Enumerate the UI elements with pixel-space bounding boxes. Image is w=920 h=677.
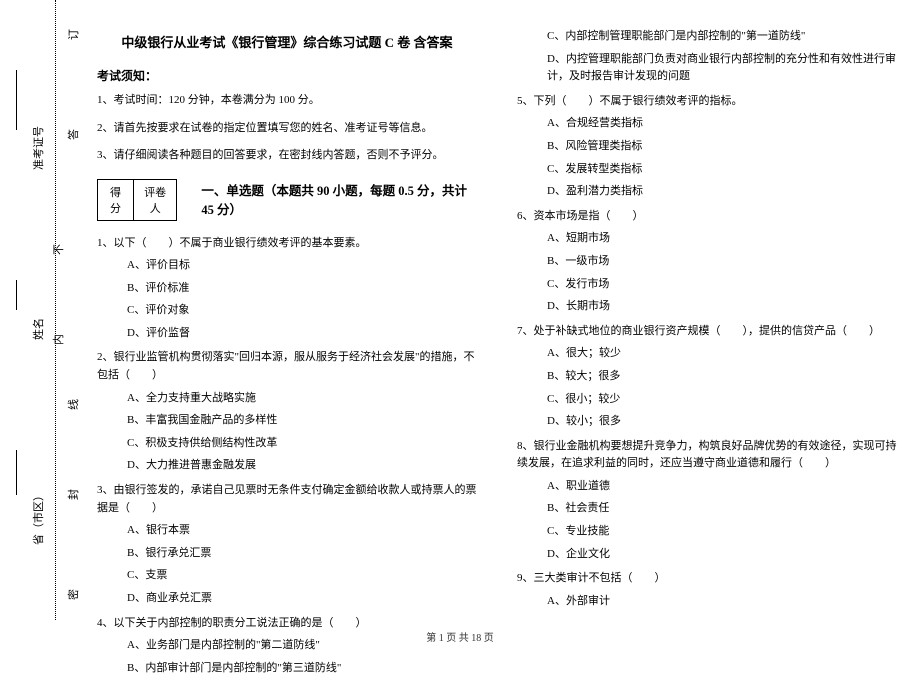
q2-opt-b: B、丰富我国金融产品的多样性: [127, 412, 477, 430]
q5-stem: 5、下列（ ）不属于银行绩效考评的指标。: [517, 93, 897, 111]
question-9: 9、三大类审计不包括（ ） A、外部审计: [517, 570, 897, 610]
score-section-row: 得分 评卷人 一、单选题（本题共 90 小题，每题 0.5 分，共计 45 分）: [97, 175, 477, 223]
q1-opt-b: B、评价标准: [127, 280, 477, 298]
notice-3: 3、请仔细阅读各种题目的回答要求，在密封线内答题，否则不予评分。: [97, 147, 477, 164]
q1-opt-d: D、评价监督: [127, 325, 477, 343]
q8-stem: 8、银行业金融机构要想提升竞争力，构筑良好品牌优势的有效途径，实现可持续发展，在…: [517, 438, 897, 473]
exam-title: 中级银行从业考试《银行管理》综合练习试题 C 卷 含答案: [97, 32, 477, 51]
column-left: 中级银行从业考试《银行管理》综合练习试题 C 卷 含答案 考试须知： 1、考试时…: [85, 28, 495, 613]
section-1-title: 一、单选题（本题共 90 小题，每题 0.5 分，共计 45 分）: [201, 180, 477, 218]
notice-1: 1、考试时间：120 分钟，本卷满分为 100 分。: [97, 92, 477, 109]
q3-opt-c: C、支票: [127, 567, 477, 585]
q5-opt-b: B、风险管理类指标: [547, 138, 897, 156]
q1-stem: 1、以下（ ）不属于商业银行绩效考评的基本要素。: [97, 235, 477, 253]
q3-stem: 3、由银行签发的，承诺自己见票时无条件支付确定金额给收款人或持票人的票据是（ ）: [97, 482, 477, 517]
binding-inner-bu: 不: [50, 244, 66, 255]
q7-opt-a: A、很大；较少: [547, 345, 897, 363]
question-4-cont: C、内部控制管理职能部门是内部控制的"第一道防线" D、内控管理职能部门负责对商…: [517, 28, 897, 86]
side-label-exam-id: 准考证号: [30, 126, 46, 170]
q2-opt-a: A、全力支持重大战略实施: [127, 390, 477, 408]
q3-opt-d: D、商业承兑汇票: [127, 590, 477, 608]
q4-opt-c: C、内部控制管理职能部门是内部控制的"第一道防线": [547, 28, 897, 46]
q9-stem: 9、三大类审计不包括（ ）: [517, 570, 897, 588]
binding-char-xian: 线: [65, 399, 81, 410]
binding-margin: 订 答 线 封 密 不 内 准考证号 姓名 省（市区）: [0, 0, 78, 620]
content-columns: 中级银行从业考试《银行管理》综合练习试题 C 卷 含答案 考试须知： 1、考试时…: [85, 28, 905, 613]
q8-opt-b: B、社会责任: [547, 500, 897, 518]
q1-opt-c: C、评价对象: [127, 302, 477, 320]
binding-char-da: 答: [65, 129, 81, 140]
q8-opt-d: D、企业文化: [547, 546, 897, 564]
q2-opt-c: C、积极支持供给侧结构性改革: [127, 435, 477, 453]
page-footer: 第 1 页 共 18 页: [0, 629, 920, 644]
q1-opt-a: A、评价目标: [127, 257, 477, 275]
q8-opt-c: C、专业技能: [547, 523, 897, 541]
q7-stem: 7、处于补缺式地位的商业银行资产规模（ ），提供的信贷产品（ ）: [517, 323, 897, 341]
q7-opt-d: D、较小；很多: [547, 413, 897, 431]
q5-opt-a: A、合规经营类指标: [547, 115, 897, 133]
binding-char-mi: 密: [65, 589, 81, 600]
score-cell-score: 得分: [98, 180, 134, 220]
side-line-exam-id: [16, 70, 17, 130]
binding-char-feng: 封: [65, 489, 81, 500]
q4-opt-b: B、内部审计部门是内部控制的"第三道防线": [127, 660, 477, 677]
binding-inner-nei: 内: [50, 334, 66, 345]
q3-opt-b: B、银行承兑汇票: [127, 545, 477, 563]
question-7: 7、处于补缺式地位的商业银行资产规模（ ），提供的信贷产品（ ） A、很大；较少…: [517, 323, 897, 431]
side-line-name: [16, 280, 17, 310]
question-1: 1、以下（ ）不属于商业银行绩效考评的基本要素。 A、评价目标 B、评价标准 C…: [97, 235, 477, 343]
question-5: 5、下列（ ）不属于银行绩效考评的指标。 A、合规经营类指标 B、风险管理类指标…: [517, 93, 897, 201]
side-label-province: 省（市区）: [30, 490, 46, 545]
binding-char-ding: 订: [65, 29, 81, 40]
score-box: 得分 评卷人: [97, 179, 177, 221]
q7-opt-b: B、较大；很多: [547, 368, 897, 386]
notice-2: 2、请首先按要求在试卷的指定位置填写您的姓名、准考证号等信息。: [97, 120, 477, 137]
q4-opt-d: D、内控管理职能部门负责对商业银行内部控制的充分性和有效性进行审计，及时报告审计…: [547, 51, 897, 86]
side-line-province: [16, 450, 17, 495]
q9-opt-a: A、外部审计: [547, 593, 897, 611]
q2-opt-d: D、大力推进普惠金融发展: [127, 457, 477, 475]
question-3: 3、由银行签发的，承诺自己见票时无条件支付确定金额给收款人或持票人的票据是（ ）…: [97, 482, 477, 608]
binding-dotted-line: [55, 0, 56, 620]
q3-opt-a: A、银行本票: [127, 522, 477, 540]
q6-stem: 6、资本市场是指（ ）: [517, 208, 897, 226]
question-2: 2、银行业监管机构贯彻落实"回归本源，服从服务于经济社会发展"的措施，不包括（ …: [97, 349, 477, 475]
notice-heading: 考试须知：: [97, 67, 477, 84]
score-cell-grader: 评卷人: [134, 180, 176, 220]
q6-opt-b: B、一级市场: [547, 253, 897, 271]
question-6: 6、资本市场是指（ ） A、短期市场 B、一级市场 C、发行市场 D、长期市场: [517, 208, 897, 316]
question-8: 8、银行业金融机构要想提升竞争力，构筑良好品牌优势的有效途径，实现可持续发展，在…: [517, 438, 897, 564]
q5-opt-d: D、盈利潜力类指标: [547, 183, 897, 201]
q5-opt-c: C、发展转型类指标: [547, 161, 897, 179]
side-label-name: 姓名: [30, 318, 46, 340]
q2-stem: 2、银行业监管机构贯彻落实"回归本源，服从服务于经济社会发展"的措施，不包括（ …: [97, 349, 477, 384]
q6-opt-d: D、长期市场: [547, 298, 897, 316]
question-4: 4、以下关于内部控制的职责分工说法正确的是（ ） A、业务部门是内部控制的"第二…: [97, 615, 477, 677]
q6-opt-c: C、发行市场: [547, 276, 897, 294]
q6-opt-a: A、短期市场: [547, 230, 897, 248]
column-right: C、内部控制管理职能部门是内部控制的"第一道防线" D、内控管理职能部门负责对商…: [495, 28, 905, 613]
q8-opt-a: A、职业道德: [547, 478, 897, 496]
q7-opt-c: C、很小；较少: [547, 391, 897, 409]
